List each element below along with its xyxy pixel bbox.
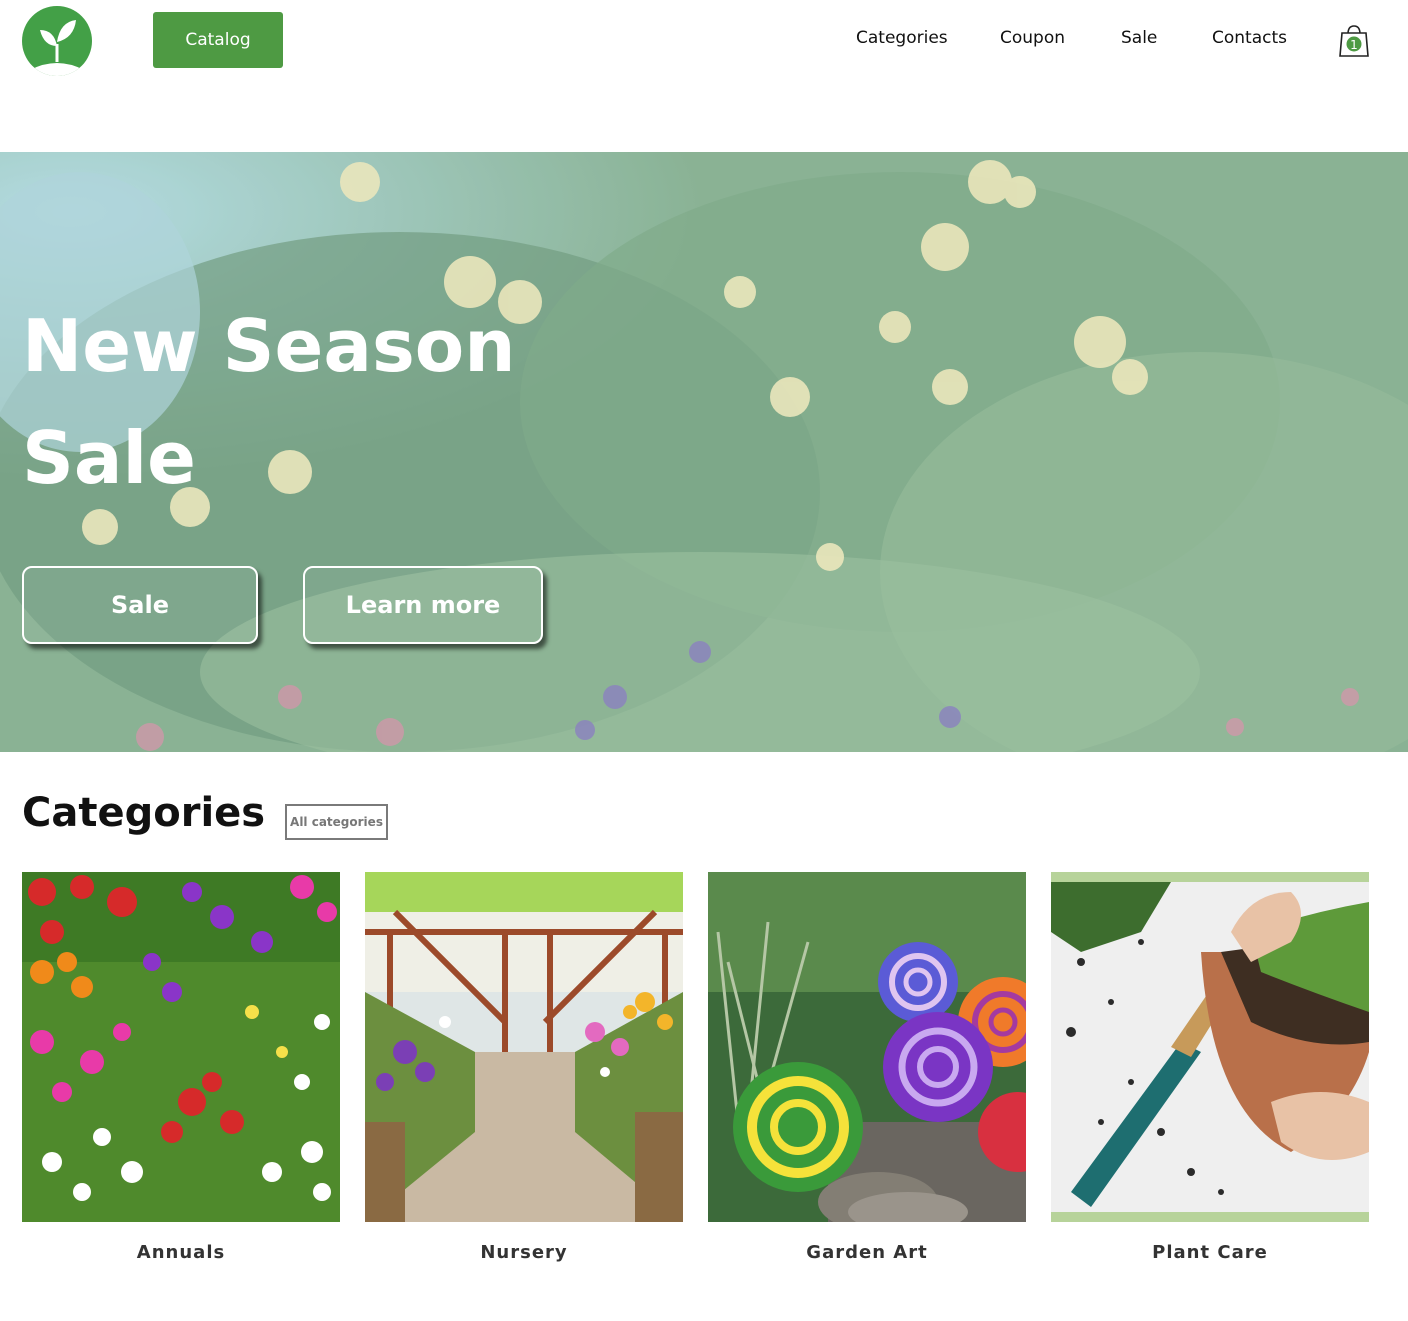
sale-button[interactable]: Sale [22, 566, 258, 644]
logo[interactable] [22, 6, 92, 76]
learn-more-button[interactable]: Learn more [303, 566, 543, 644]
spiral-snail-sculptures-photo [708, 872, 1026, 1222]
category-card-plant-care[interactable]: Plant Care [1051, 872, 1369, 1263]
hero-banner: New Season Sale Sale Learn more [0, 152, 1408, 752]
sprout-icon [30, 20, 84, 76]
nav-contacts[interactable]: Contacts [1212, 28, 1287, 52]
catalog-button[interactable]: Catalog [153, 12, 283, 68]
site-header: Catalog Categories Coupon Sale Contacts … [0, 0, 1408, 80]
category-card-garden-art[interactable]: Garden Art [708, 872, 1026, 1263]
category-label: Annuals [136, 1242, 226, 1263]
nav-sale[interactable]: Sale [1121, 28, 1157, 52]
category-label: Nursery [480, 1242, 568, 1263]
potting-plant-photo [1051, 872, 1369, 1222]
nav-coupon[interactable]: Coupon [1000, 28, 1065, 52]
cart-count: 1 [1350, 38, 1358, 52]
nav-categories[interactable]: Categories [856, 28, 948, 52]
hero-title-line1: New Season [22, 304, 516, 388]
shopping-bag-icon: 1 [1339, 25, 1369, 57]
cart-button[interactable]: 1 [1338, 24, 1370, 58]
all-categories-button[interactable]: All categories [285, 804, 388, 840]
category-label: Garden Art [806, 1242, 928, 1263]
greenhouse-aisle-photo [365, 872, 683, 1222]
category-card-annuals[interactable]: Annuals [22, 872, 340, 1263]
hero-title: New Season Sale [22, 290, 722, 514]
hero-title-line2: Sale [22, 416, 196, 500]
flower-beds-photo [22, 872, 340, 1222]
category-label: Plant Care [1152, 1242, 1268, 1263]
category-card-nursery[interactable]: Nursery [365, 872, 683, 1263]
categories-heading: Categories [22, 790, 266, 836]
